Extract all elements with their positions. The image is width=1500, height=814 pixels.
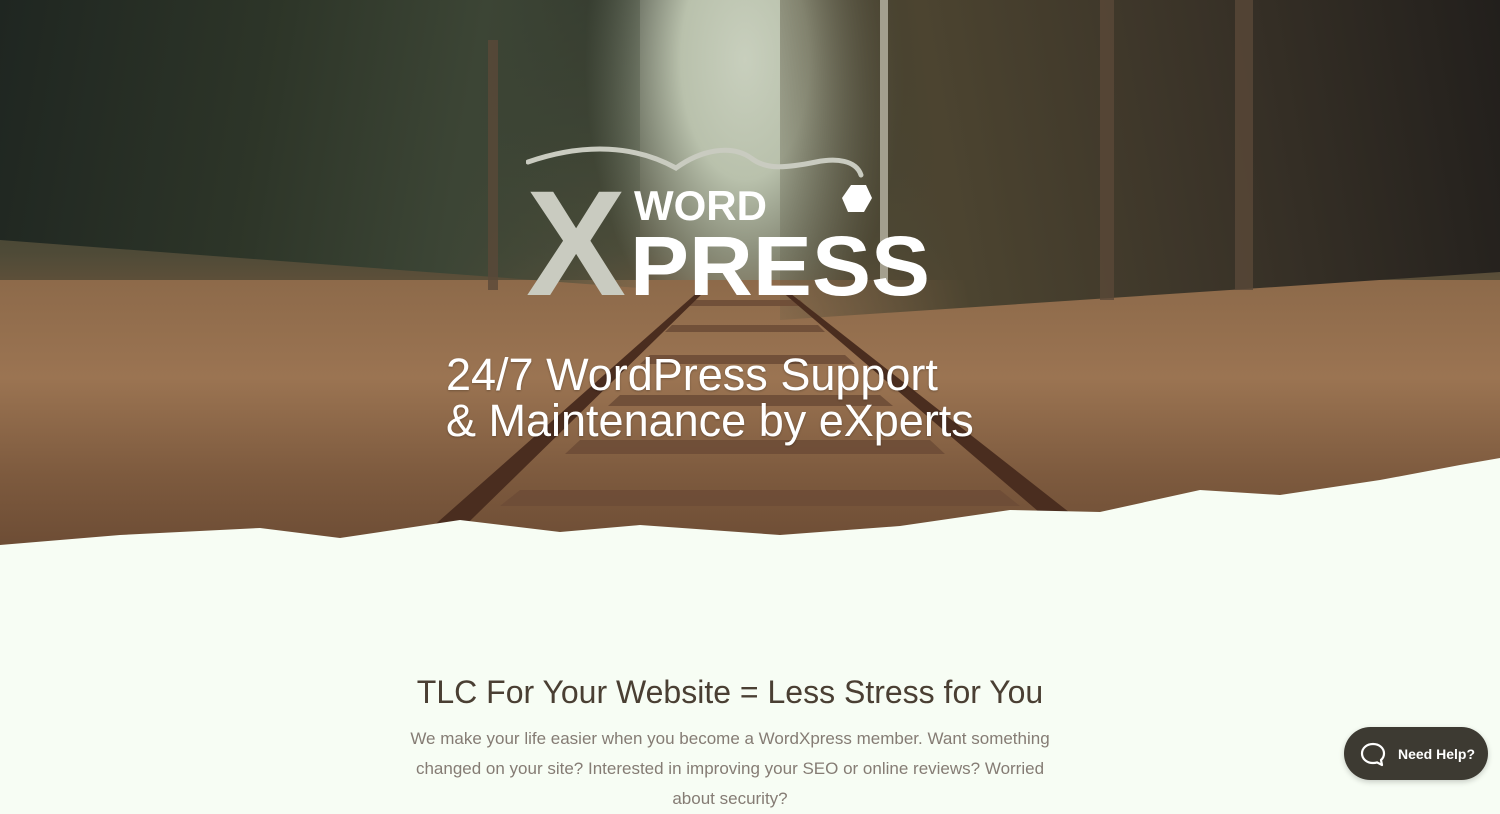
- wordxpress-logo: X WORD PRESS: [526, 146, 930, 305]
- tagline-line-2: & Maintenance by eXperts: [446, 395, 974, 446]
- hero-wave-divider: [0, 458, 1500, 560]
- need-help-label: Need Help?: [1398, 745, 1476, 762]
- logo-x-letter: X: [526, 159, 626, 305]
- hero-banner: X WORD PRESS 24/7 WordPress Support & Ma…: [0, 0, 1500, 560]
- intro-paragraph: We make your life easier when you become…: [400, 724, 1060, 814]
- need-help-button[interactable]: Need Help?: [1344, 727, 1488, 780]
- intro-heading: TLC For Your Website = Less Stress for Y…: [416, 674, 1044, 710]
- chat-bubble-icon: [1360, 741, 1386, 767]
- intro-paragraph-line: changed on your site? Interested in impr…: [415, 759, 1045, 778]
- intro-paragraph-line: about security?: [672, 789, 788, 808]
- hero-tagline: 24/7 WordPress Support & Maintenance by …: [446, 352, 1046, 444]
- tagline-line-1: 24/7 WordPress Support: [446, 349, 938, 400]
- logo-press-text: PRESS: [630, 219, 930, 305]
- intro-paragraph-line: We make your life easier when you become…: [410, 729, 1050, 748]
